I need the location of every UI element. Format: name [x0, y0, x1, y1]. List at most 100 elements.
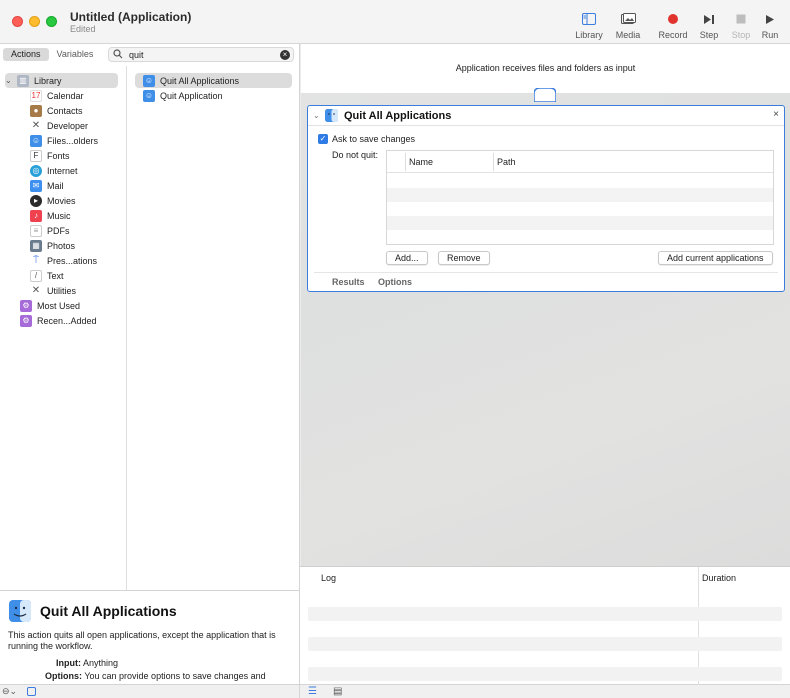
run-toolbar-button[interactable]: Run — [758, 10, 782, 40]
results-tab[interactable]: Results — [332, 277, 365, 287]
media-toolbar-label: Media — [615, 30, 641, 40]
automator-window: Untitled (Application) Edited Library Me… — [0, 0, 790, 698]
minimize-window-button[interactable] — [29, 16, 40, 27]
stop-toolbar-label: Stop — [731, 30, 751, 40]
add-current-applications-button[interactable]: Add current applications — [658, 251, 773, 265]
record-toolbar-button[interactable]: Record — [656, 10, 690, 40]
action-item-quit-all-applications[interactable]: ☺ Quit All Applications — [135, 73, 292, 88]
library-item-label: Recen...Added — [37, 315, 97, 326]
library-item-label: Most Used — [37, 300, 81, 311]
media-toolbar-button[interactable]: Media — [613, 10, 643, 40]
connector-icon — [534, 88, 556, 102]
duration-column-header[interactable]: Duration — [702, 573, 736, 583]
internet-icon: ◎ — [30, 164, 42, 177]
run-icon — [758, 10, 782, 28]
options-key: Options: — [45, 671, 82, 681]
close-action-icon[interactable]: × — [773, 109, 779, 120]
do-not-quit-table[interactable]: Name Path — [386, 150, 774, 245]
finder-icon: ☺ — [143, 74, 155, 87]
step-toolbar-label: Step — [699, 30, 719, 40]
library-toolbar-button[interactable]: Library — [574, 10, 604, 40]
input-value: Anything — [83, 658, 119, 668]
clear-search-icon[interactable]: × — [280, 50, 290, 60]
column-path[interactable]: Path — [497, 157, 516, 167]
library-item-presentations[interactable]: ⍑ Pres...ations — [30, 253, 97, 268]
contacts-icon: ● — [30, 104, 42, 117]
library-item-label: Photos — [47, 240, 76, 251]
search-field[interactable]: quit × — [108, 47, 294, 62]
tab-variables[interactable]: Variables — [49, 48, 102, 61]
workflow-bottom-bar: ☰ ▤ — [300, 684, 790, 698]
step-icon — [697, 10, 721, 28]
library-item-library[interactable]: ⌄ ▥ Library — [5, 73, 118, 88]
window-subtitle: Edited — [70, 24, 96, 34]
search-icon — [113, 49, 123, 61]
zoom-window-button[interactable] — [46, 16, 57, 27]
smart-folder-icon: ⚙ — [20, 314, 32, 327]
list-view-icon[interactable]: ☰ — [308, 686, 317, 697]
library-tabs: Actions Variables — [3, 48, 101, 61]
finder-icon — [9, 600, 31, 622]
do-not-quit-label: Do not quit: — [332, 150, 379, 160]
sidebar-icon — [574, 10, 604, 28]
movies-icon: ▸ — [30, 194, 42, 207]
library-icon: ▥ — [17, 74, 29, 87]
remove-button[interactable]: Remove — [438, 251, 490, 265]
log-row — [308, 637, 782, 651]
library-item-most-used[interactable]: ⚙ Most Used — [20, 298, 80, 313]
stop-toolbar-button[interactable]: Stop — [729, 10, 753, 40]
action-menu-icon[interactable]: ⊖⌄ — [2, 686, 17, 697]
library-item-files[interactable]: ☺ Files...olders — [30, 133, 98, 148]
smart-folder-icon: ⚙ — [20, 299, 32, 312]
description-toggle-icon[interactable] — [27, 687, 36, 696]
library-item-label: Mail — [47, 180, 64, 191]
description-title: Quit All Applications — [40, 603, 177, 619]
quit-all-applications-action[interactable]: ⌄ Quit All Applications × ✓ Ask to save … — [307, 105, 785, 292]
tab-actions[interactable]: Actions — [3, 48, 49, 61]
ask-to-save-checkbox[interactable]: ✓ — [318, 134, 328, 144]
table-header: Name Path — [387, 151, 773, 173]
music-icon: ♪ — [30, 209, 42, 222]
disclosure-icon[interactable]: ⌄ — [5, 76, 14, 85]
library-toolbar-label: Library — [575, 30, 603, 40]
close-window-button[interactable] — [12, 16, 23, 27]
library-item-developer[interactable]: ✕ Developer — [30, 118, 88, 133]
collapse-chevron-icon[interactable]: ⌄ — [313, 111, 320, 120]
presentations-icon: ⍑ — [33, 255, 39, 266]
photos-icon: ▦ — [30, 239, 42, 252]
library-item-pdfs[interactable]: ≡ PDFs — [30, 223, 70, 238]
log-view-icon[interactable]: ▤ — [333, 686, 342, 697]
step-toolbar-button[interactable]: Step — [697, 10, 721, 40]
library-item-calendar[interactable]: 17 Calendar — [30, 88, 84, 103]
library-item-music[interactable]: ♪ Music — [30, 208, 71, 223]
library-item-utilities[interactable]: ✕ Utilities — [30, 283, 76, 298]
finder-icon — [325, 109, 338, 122]
library-item-text[interactable]: / Text — [30, 268, 64, 283]
library-item-internet[interactable]: ◎ Internet — [30, 163, 78, 178]
library-item-contacts[interactable]: ● Contacts — [30, 103, 83, 118]
workflow-input-header: Application receives files and folders a… — [301, 44, 790, 93]
library-item-label: Utilities — [47, 285, 77, 296]
action-item-quit-application[interactable]: ☺ Quit Application — [143, 88, 223, 103]
column-name[interactable]: Name — [409, 157, 433, 167]
actions-list: ☺ Quit All Applications ☺ Quit Applicati… — [128, 66, 300, 590]
stop-icon — [729, 10, 753, 28]
library-item-label: Files...olders — [47, 135, 99, 146]
workflow-area[interactable]: Application receives files and folders a… — [301, 44, 790, 566]
library-item-label: Music — [47, 210, 71, 221]
library-item-recently-added[interactable]: ⚙ Recen...Added — [20, 313, 97, 328]
calendar-icon: 17 — [30, 89, 42, 102]
log-column-header[interactable]: Log — [321, 573, 336, 583]
media-icon — [613, 10, 643, 28]
library-item-movies[interactable]: ▸ Movies — [30, 193, 76, 208]
add-button[interactable]: Add... — [386, 251, 428, 265]
options-tab[interactable]: Options — [378, 277, 412, 287]
library-item-fonts[interactable]: F Fonts — [30, 148, 70, 163]
column-divider — [493, 153, 494, 171]
finder-icon: ☺ — [143, 89, 155, 102]
workflow-input-text: Application receives files and folders a… — [455, 63, 636, 73]
library-item-photos[interactable]: ▦ Photos — [30, 238, 75, 253]
action-description-pane: Quit All Applications This action quits … — [0, 590, 300, 684]
library-item-mail[interactable]: ✉ Mail — [30, 178, 64, 193]
search-input-value[interactable]: quit — [129, 50, 144, 60]
